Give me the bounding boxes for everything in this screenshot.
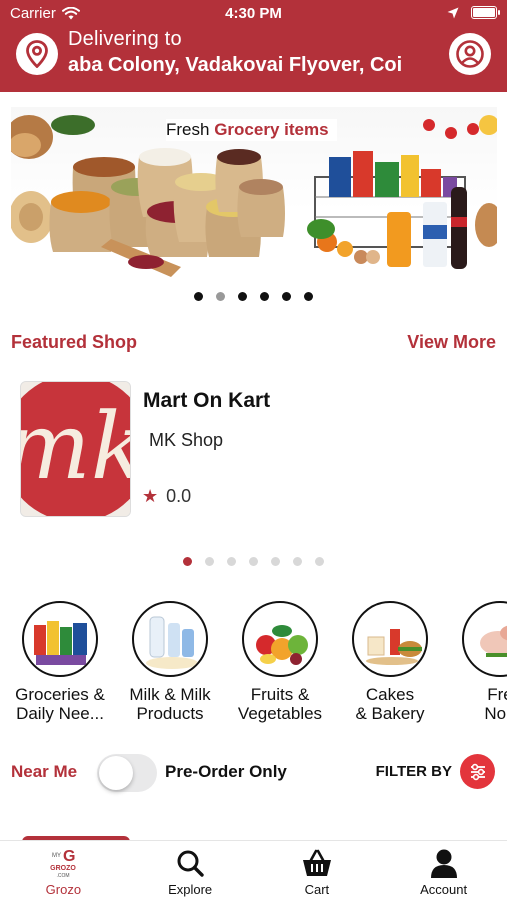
- groceries-icon: [22, 601, 98, 677]
- banner-carousel-dots[interactable]: [0, 292, 507, 301]
- person-icon: [430, 849, 457, 878]
- battery-icon: [471, 6, 500, 19]
- pagination-dot[interactable]: [293, 557, 302, 566]
- featured-shop-title: Featured Shop: [11, 332, 138, 352]
- pagination-dot[interactable]: [227, 557, 236, 566]
- user-circle-icon: [456, 40, 484, 68]
- fruits-icon: [242, 601, 318, 677]
- category-label-line2: & Bakery: [355, 704, 425, 723]
- pagination-dot[interactable]: [315, 557, 324, 566]
- category-label-line1: Fruits &: [250, 685, 310, 704]
- view-more-link[interactable]: View More: [407, 332, 496, 353]
- category-meat[interactable]: Fre Non: [445, 601, 507, 723]
- svg-text:G: G: [63, 848, 75, 865]
- category-label-line2: Daily Nee...: [16, 704, 104, 723]
- tab-grozo[interactable]: MY G GROZO .COM Grozo: [0, 841, 127, 900]
- promo-banner[interactable]: Fresh Grocery items: [11, 107, 497, 279]
- tab-label: Account: [420, 882, 468, 897]
- tab-explore[interactable]: Explore: [127, 841, 254, 900]
- delivering-label: Delivering to: [68, 28, 182, 50]
- carousel-dot[interactable]: [282, 292, 291, 301]
- banner-caption: Fresh Grocery items: [166, 119, 337, 141]
- category-label-line1: Cakes: [365, 685, 415, 704]
- category-label-line2: Products: [136, 704, 204, 723]
- cakes-icon: [352, 601, 428, 677]
- app-screen: Carrier 4:30 PM Delivering to aba Colony…: [0, 0, 507, 900]
- pagination-dot[interactable]: [249, 557, 258, 566]
- status-bar: Carrier 4:30 PM: [0, 0, 507, 26]
- carousel-dot[interactable]: [260, 292, 269, 301]
- carousel-dot[interactable]: [216, 292, 225, 301]
- grozo-logo-line-3: .COM: [57, 873, 70, 879]
- grozo-logo-icon: MY G GROZO .COM: [51, 848, 77, 879]
- featured-pagination-dots[interactable]: [0, 557, 507, 566]
- category-label-line2: Non: [484, 704, 507, 723]
- category-cakes[interactable]: Cakes & Bakery: [335, 601, 445, 723]
- pre-order-label: Pre-Order Only: [165, 762, 287, 781]
- category-list: Groceries & Daily Nee... Milk & Milk Pro…: [0, 601, 507, 731]
- pre-order-toggle[interactable]: [97, 754, 157, 792]
- delivery-address[interactable]: aba Colony, Vadakovai Flyover, Coi: [68, 54, 438, 77]
- filter-by-label[interactable]: FILTER BY: [376, 763, 452, 780]
- shop-subtitle: MK Shop: [149, 430, 224, 450]
- category-label-line1: Groceries &: [15, 685, 105, 704]
- shop-logo-graphic: mk: [21, 382, 131, 516]
- category-label-line2: Vegetables: [237, 704, 323, 723]
- star-icon: ★: [142, 486, 159, 506]
- near-me-label[interactable]: Near Me: [11, 762, 77, 782]
- banner-caption-prefix: Fresh: [166, 120, 210, 139]
- filter-button[interactable]: [460, 754, 495, 789]
- basket-icon: [302, 849, 331, 876]
- milk-icon: [132, 601, 208, 677]
- shop-rating-value: 0.0: [166, 486, 192, 506]
- map-pin-icon: [26, 40, 48, 68]
- grozo-logo-line-2: GROZO: [51, 865, 77, 872]
- meat-icon: [462, 601, 507, 677]
- bottom-tab-bar: MY G GROZO .COM Grozo Explore Cart Accou…: [0, 840, 507, 900]
- carousel-dot[interactable]: [194, 292, 203, 301]
- pagination-dot[interactable]: [271, 557, 280, 566]
- location-button[interactable]: [16, 33, 58, 75]
- pagination-dot[interactable]: [205, 557, 214, 566]
- profile-button[interactable]: [449, 33, 491, 75]
- status-time: 4:30 PM: [225, 5, 282, 22]
- banner-caption-highlight: Grocery items: [214, 120, 329, 139]
- tab-label: Cart: [304, 882, 330, 897]
- shop-logo-text: mk: [21, 393, 131, 500]
- search-icon: [177, 850, 204, 877]
- header-bar: Carrier 4:30 PM Delivering to aba Colony…: [0, 0, 507, 92]
- tab-cart[interactable]: Cart: [254, 841, 381, 900]
- carousel-dot[interactable]: [238, 292, 247, 301]
- sliders-icon: [470, 763, 485, 780]
- category-milk[interactable]: Milk & Milk Products: [115, 601, 225, 723]
- tab-label: Explore: [168, 882, 213, 897]
- shop-logo[interactable]: mk: [20, 381, 131, 517]
- status-right: [447, 6, 500, 19]
- grozo-logo-line-1: MY: [52, 853, 61, 859]
- location-arrow-icon: [447, 7, 459, 18]
- shop-rating: ★ 0.0: [142, 486, 191, 507]
- category-label-line1: Milk & Milk: [129, 685, 211, 704]
- category-label-line1: Fre: [487, 685, 507, 704]
- toggle-knob: [99, 756, 133, 790]
- category-groceries[interactable]: Groceries & Daily Nee...: [5, 601, 115, 723]
- carousel-dot[interactable]: [304, 292, 313, 301]
- shop-name[interactable]: Mart On Kart: [143, 389, 270, 413]
- category-fruits[interactable]: Fruits & Vegetables: [225, 601, 335, 723]
- pagination-dot[interactable]: [183, 557, 192, 566]
- tab-account[interactable]: Account: [380, 841, 507, 900]
- tab-label: Grozo: [45, 882, 82, 897]
